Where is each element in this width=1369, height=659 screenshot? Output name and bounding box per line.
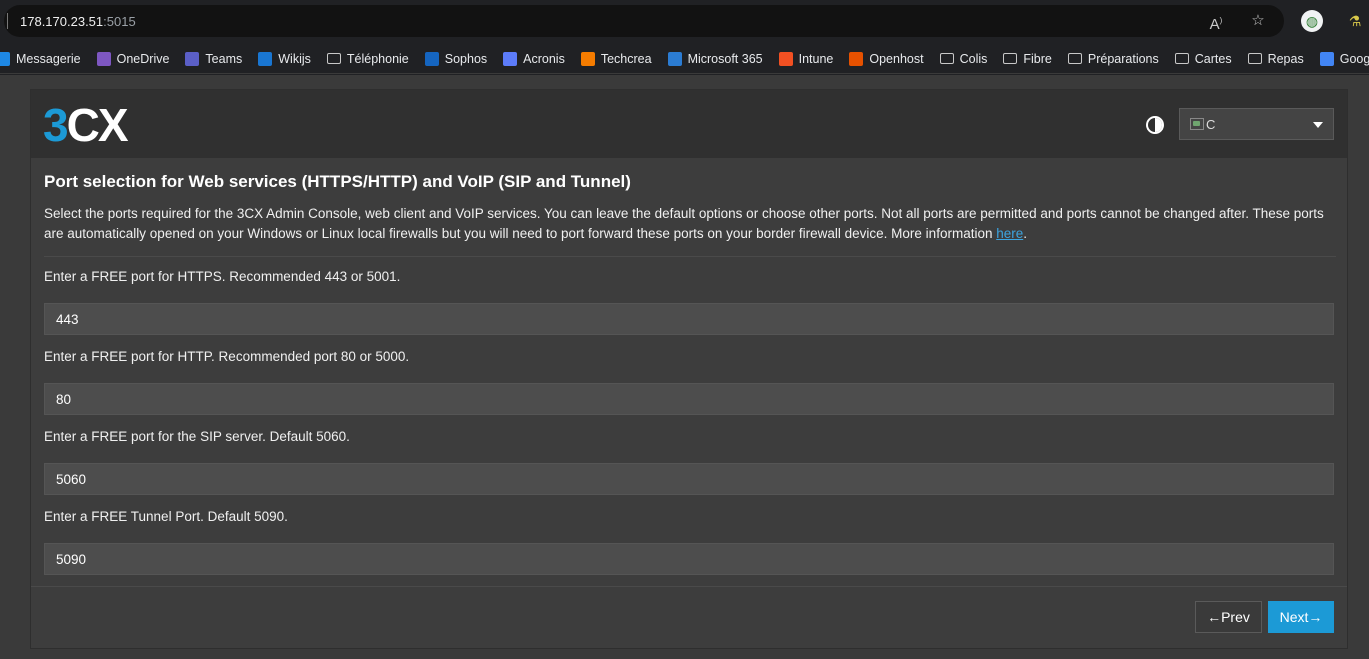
address-bar-separator <box>7 13 8 29</box>
bookmark-item[interactable]: Téléphonie <box>326 51 409 66</box>
bookmark-item[interactable]: Sophos <box>424 51 488 66</box>
language-value: C <box>1206 116 1216 132</box>
bookmark-item[interactable]: Wikijs <box>258 51 311 66</box>
teams-icon <box>185 51 200 66</box>
bookmark-label: Fibre <box>1023 51 1052 66</box>
tunnel-port-label: Enter a FREE Tunnel Port. Default 5090. <box>44 509 288 524</box>
next-button[interactable]: Next→ <box>1268 601 1334 633</box>
mail-icon <box>0 51 10 66</box>
card-header: 3CX C <box>31 90 1347 158</box>
bookmark-item[interactable]: Colis <box>939 51 988 66</box>
language-select[interactable]: C <box>1179 108 1334 140</box>
address-bar[interactable]: 178.170.23.51:5015 A) ☆ <box>4 5 1284 37</box>
page-background: 3CX C Port selection for Web services (H… <box>0 75 1369 659</box>
bookmark-label: OneDrive <box>116 51 170 66</box>
bookmark-item[interactable]: Google <box>1319 51 1369 66</box>
bookmark-label: Repas <box>1267 51 1304 66</box>
techcrea-icon <box>580 51 595 66</box>
folder-icon <box>1247 53 1262 64</box>
bookmark-label: Openhost <box>869 51 924 66</box>
https-port-label: Enter a FREE port for HTTPS. Recommended… <box>44 269 401 284</box>
http-port-input[interactable]: 80 <box>44 383 1334 415</box>
bookmark-item[interactable]: Repas <box>1247 51 1304 66</box>
bookmark-item[interactable]: Cartes <box>1174 51 1232 66</box>
folder-icon <box>1003 53 1018 64</box>
m365-icon <box>667 51 682 66</box>
bookmark-label: Techcrea <box>600 51 652 66</box>
bookmark-item[interactable]: Acronis <box>503 51 565 66</box>
sophos-icon <box>424 51 439 66</box>
page-title: Port selection for Web services (HTTPS/H… <box>44 172 631 191</box>
onedrive-icon <box>96 51 111 66</box>
folder-icon <box>1174 53 1189 64</box>
bookmark-item[interactable]: Techcrea <box>580 51 652 66</box>
sip-port-input[interactable]: 5060 <box>44 463 1334 495</box>
bookmark-label: Teams <box>205 51 243 66</box>
folder-icon <box>939 53 954 64</box>
bookmark-item[interactable]: Openhost <box>849 51 924 66</box>
bookmark-label: Préparations <box>1087 51 1159 66</box>
bookmarks-bar: Messagerie OneDrive Teams Wikijs Téléphonie S… <box>0 44 1369 74</box>
address-url[interactable]: 178.170.23.51:5015 <box>20 14 136 29</box>
bookmark-label: Messagerie <box>16 51 81 66</box>
bookmark-item[interactable]: OneDrive <box>96 51 170 66</box>
folder-icon <box>326 53 341 64</box>
main-content: Port selection for Web services (HTTPS/H… <box>44 172 1336 575</box>
more-info-link[interactable]: here <box>996 226 1023 241</box>
wikijs-icon <box>258 51 273 66</box>
flag-icon <box>1190 118 1204 130</box>
bookmark-label: Téléphonie <box>346 51 409 66</box>
openhost-icon <box>849 51 864 66</box>
bookmark-label: Colis <box>959 51 988 66</box>
bookmark-label: Intune <box>798 51 834 66</box>
browser-top-bar: 178.170.23.51:5015 A) ☆ ◍ ⚗ <box>0 0 1369 44</box>
bookmark-label: Wikijs <box>278 51 311 66</box>
sip-port-label: Enter a FREE port for the SIP server. De… <box>44 429 350 444</box>
chevron-down-icon <box>1313 122 1323 128</box>
url-port: :5015 <box>103 13 136 29</box>
key-icon <box>503 51 518 66</box>
url-host: 178.170.23.51 <box>20 13 104 29</box>
http-port-label: Enter a FREE port for HTTP. Recommended … <box>44 349 410 364</box>
bookmark-label: Acronis <box>523 51 565 66</box>
bookmark-item[interactable]: Teams <box>185 51 243 66</box>
read-aloud-icon[interactable]: A) <box>1206 11 1226 33</box>
tunnel-port-input[interactable]: 5090 <box>44 543 1334 575</box>
divider <box>44 256 1336 257</box>
bookmark-label: Sophos <box>444 51 488 66</box>
bookmark-item[interactable]: Messagerie <box>0 51 81 66</box>
bookmark-label: Cartes <box>1194 51 1232 66</box>
page-description: Select the ports required for the 3CX Ad… <box>44 206 1324 241</box>
setup-wizard-card: 3CX C Port selection for Web services (H… <box>30 89 1348 649</box>
bookmark-item[interactable]: Fibre <box>1003 51 1052 66</box>
windows-icon <box>778 51 793 66</box>
3cx-logo: 3CX <box>43 99 128 151</box>
folder-icon <box>1067 53 1082 64</box>
google-chat-icon <box>1319 51 1334 66</box>
bookmark-label: Google <box>1339 51 1369 66</box>
extension-flask-icon[interactable]: ⚗ <box>1344 10 1366 32</box>
bookmark-item[interactable]: Préparations <box>1067 51 1159 66</box>
bookmark-item[interactable]: Intune <box>778 51 834 66</box>
bookmark-label: Microsoft 365 <box>687 51 763 66</box>
bookmark-item[interactable]: Microsoft 365 <box>667 51 763 66</box>
footer-divider <box>31 586 1347 587</box>
prev-button[interactable]: ←Prev <box>1195 601 1262 633</box>
favorite-star-icon[interactable]: ☆ <box>1248 11 1268 31</box>
extension-icon[interactable]: ◍ <box>1301 10 1323 32</box>
contrast-toggle-icon[interactable] <box>1146 116 1164 134</box>
https-port-input[interactable]: 443 <box>44 303 1334 335</box>
